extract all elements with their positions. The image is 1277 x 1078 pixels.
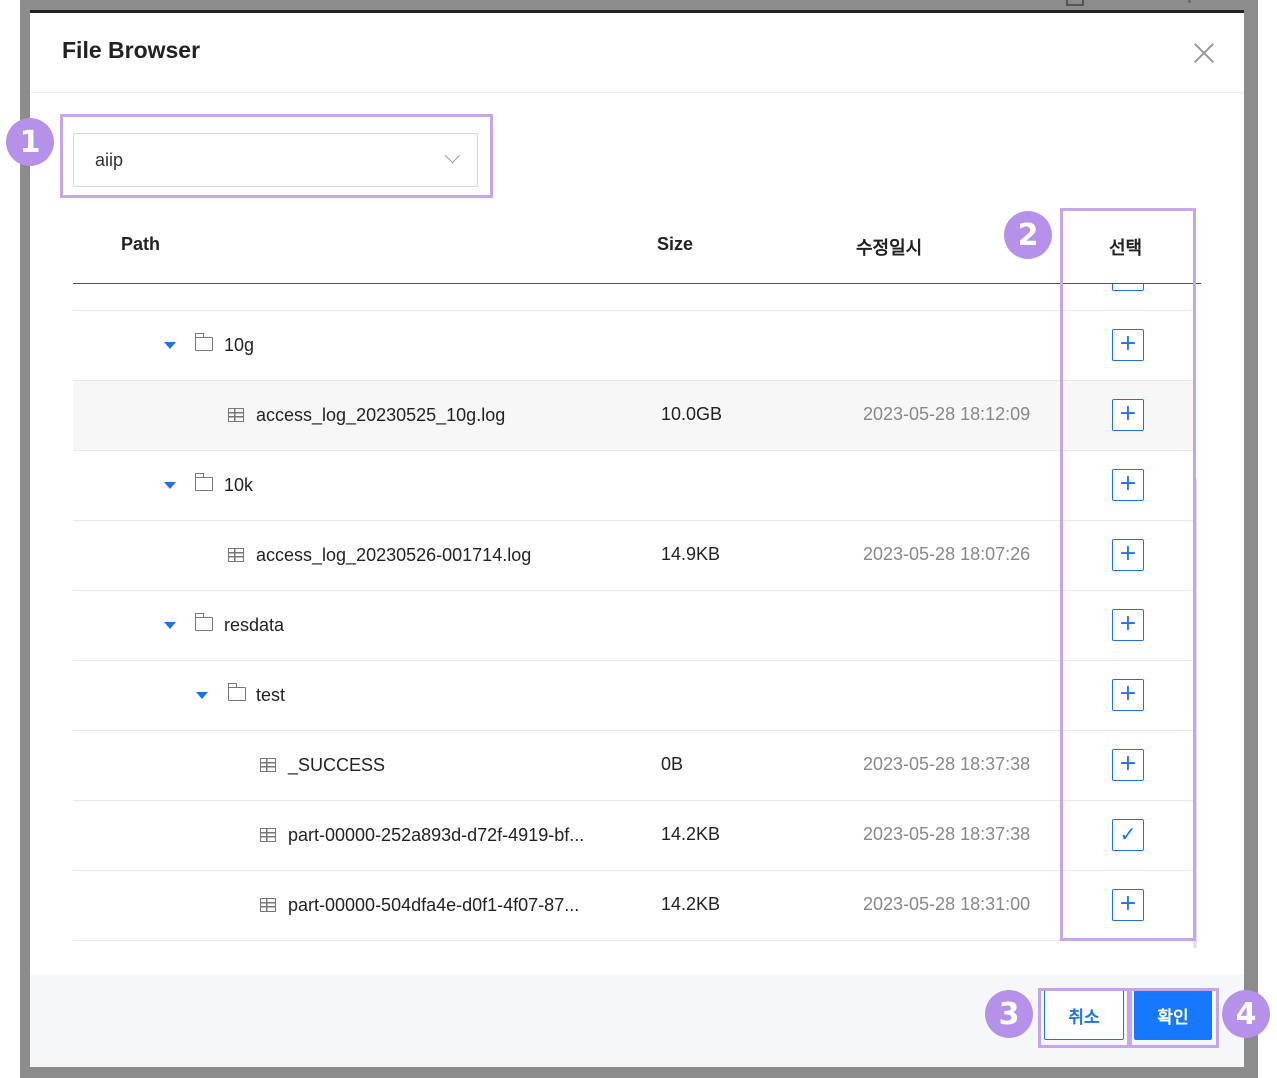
file-table-icon bbox=[228, 408, 244, 422]
folder-icon bbox=[194, 613, 213, 631]
row-name: access_log_20230526-001714.log bbox=[256, 545, 532, 565]
row-size: 14.2KB bbox=[661, 824, 721, 844]
folder-icon bbox=[194, 473, 213, 491]
table-icon bbox=[1066, 0, 1084, 6]
table-row: + bbox=[73, 284, 1194, 311]
caret-down-icon[interactable] bbox=[164, 622, 176, 629]
annotation-box-confirm bbox=[1129, 988, 1219, 1048]
caret-down-icon[interactable] bbox=[196, 692, 208, 699]
column-header-path[interactable]: Path bbox=[121, 234, 160, 255]
table-row[interactable]: part-00000-504dfa4e-d0f1-4f07-87... 14.2… bbox=[73, 871, 1194, 941]
table-row[interactable]: access_log_20230525_10g.log 10.0GB 2023-… bbox=[73, 381, 1194, 451]
file-table-icon bbox=[260, 758, 276, 772]
annotation-badge-4: 4 bbox=[1222, 990, 1270, 1038]
close-icon[interactable] bbox=[1190, 39, 1218, 67]
more-icon bbox=[1188, 0, 1191, 3]
file-table-body: + 10g + access_log_20230525_10g.log 10.0… bbox=[73, 284, 1194, 944]
row-name: 10k bbox=[224, 475, 254, 495]
row-modified: 2023-05-28 18:12:09 bbox=[863, 404, 1031, 424]
row-name: part-00000-252a893d-d72f-4919-bf... bbox=[288, 825, 585, 845]
background-toolbar bbox=[1060, 0, 1191, 8]
row-modified: 2023-05-28 18:37:38 bbox=[863, 824, 1031, 844]
annotation-box-select bbox=[60, 114, 493, 198]
row-name: 10g bbox=[224, 335, 255, 355]
caret-down-icon[interactable] bbox=[164, 342, 176, 349]
annotation-badge-3: 3 bbox=[985, 990, 1033, 1038]
file-table-icon bbox=[228, 548, 244, 562]
dialog-header: File Browser bbox=[30, 13, 1244, 93]
row-name: resdata bbox=[224, 615, 285, 635]
annotation-box-select-column bbox=[1060, 208, 1196, 941]
folder-icon bbox=[194, 333, 213, 351]
table-row[interactable]: test + bbox=[73, 661, 1194, 731]
file-table-icon bbox=[260, 828, 276, 842]
row-modified: 2023-05-28 18:07:26 bbox=[863, 544, 1031, 564]
table-row[interactable]: _SUCCESS 0B 2023-05-28 18:37:38 + bbox=[73, 731, 1194, 801]
dialog-title: File Browser bbox=[62, 37, 201, 63]
column-header-size[interactable]: Size bbox=[657, 234, 693, 255]
annotation-box-cancel bbox=[1038, 988, 1130, 1048]
row-name: _SUCCESS bbox=[288, 755, 386, 775]
table-row[interactable]: 10g + bbox=[73, 311, 1194, 381]
table-row[interactable]: 10k + bbox=[73, 451, 1194, 521]
row-size: 14.9KB bbox=[661, 544, 721, 564]
row-name: test bbox=[256, 685, 286, 705]
row-name: access_log_20230525_10g.log bbox=[256, 405, 506, 425]
annotation-badge-2: 2 bbox=[1004, 211, 1052, 259]
row-name: part-00000-504dfa4e-d0f1-4f07-87... bbox=[288, 895, 580, 915]
table-row[interactable]: access_log_20230526-001714.log 14.9KB 20… bbox=[73, 521, 1194, 591]
table-row[interactable]: part-00000-252a893d-d72f-4919-bf... 14.2… bbox=[73, 801, 1194, 871]
row-size: 14.2KB bbox=[661, 894, 721, 914]
annotation-badge-1: 1 bbox=[6, 118, 54, 166]
folder-icon bbox=[227, 683, 246, 701]
row-size: 0B bbox=[661, 754, 684, 774]
caret-down-icon[interactable] bbox=[164, 482, 176, 489]
file-table-icon bbox=[260, 898, 276, 912]
table-row[interactable]: resdata + bbox=[73, 591, 1194, 661]
column-header-modified[interactable]: 수정일시 bbox=[856, 234, 922, 260]
row-modified: 2023-05-28 18:31:00 bbox=[863, 894, 1031, 914]
row-modified: 2023-05-28 18:37:38 bbox=[863, 754, 1031, 774]
row-size: 10.0GB bbox=[661, 404, 723, 424]
